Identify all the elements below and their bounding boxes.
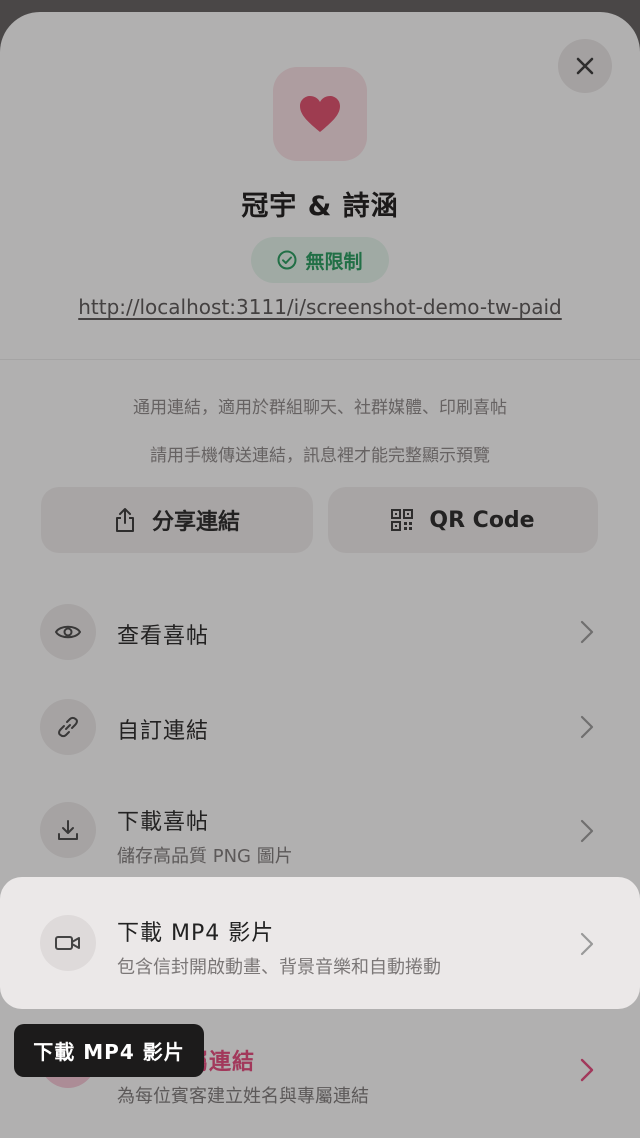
menu-row-subtitle: 包含信封開啟動畫、背景音樂和自動捲動 — [117, 957, 441, 978]
chevron-right-icon — [580, 1058, 594, 1082]
menu-row-label: 自訂連結 — [117, 719, 210, 744]
chevron-right-icon — [580, 819, 594, 843]
divider — [0, 359, 640, 360]
link-icon-circle — [40, 699, 96, 755]
menu-row-view-invitation[interactable]: 查看喜帖 — [0, 584, 640, 680]
chevron-right-icon — [580, 932, 594, 956]
menu-row-label: 下載 MP4 影片 — [117, 921, 275, 946]
download-icon-circle — [40, 802, 96, 858]
check-circle-icon — [277, 250, 297, 270]
link-icon — [58, 716, 78, 738]
menu-row-custom-link[interactable]: 自訂連結 — [0, 679, 640, 775]
chevron-right-icon — [580, 715, 594, 739]
status-badge: 無限制 — [251, 237, 389, 283]
eye-icon — [55, 625, 81, 639]
badge-label: 無限制 — [305, 250, 363, 273]
video-camera-icon — [55, 936, 80, 950]
invitation-icon — [273, 67, 367, 161]
eye-icon-circle — [40, 604, 96, 660]
chevron-right-icon — [580, 620, 594, 644]
qr-code-button[interactable]: QR Code — [328, 487, 598, 553]
hint-text-2: 請用手機傳送連結，訊息裡才能完整顯示預覽 — [150, 446, 490, 466]
share-link-label: 分享連結 — [151, 510, 240, 535]
share-link-button[interactable]: 分享連結 — [41, 487, 313, 553]
menu-row-download-mp4[interactable]: 下載 MP4 影片 包含信封開啟動畫、背景音樂和自動捲動 — [0, 877, 640, 1009]
menu-row-download-invitation[interactable]: 下載喜帖 儲存高品質 PNG 圖片 — [0, 782, 640, 878]
qr-code-icon — [391, 509, 414, 531]
video-icon-circle — [40, 915, 96, 971]
share-icon — [115, 508, 134, 532]
qr-code-label: QR Code — [429, 507, 535, 533]
couple-title: 冠宇 & 詩涵 — [241, 191, 399, 222]
close-button[interactable] — [558, 39, 612, 93]
close-icon — [576, 57, 594, 75]
menu-row-subtitle: 為每位賓客建立姓名與專屬連結 — [117, 1086, 369, 1107]
heart-icon — [300, 96, 340, 132]
hint-text-1: 通用連結，適用於群組聊天、社群媒體、印刷喜帖 — [133, 398, 507, 418]
tooltip: 下載 MP4 影片 — [14, 1024, 204, 1077]
invitation-url-link[interactable]: http://localhost:3111/i/screenshot-demo-… — [0, 295, 640, 319]
menu-row-subtitle: 儲存高品質 PNG 圖片 — [117, 846, 293, 867]
menu-row-label: 查看喜帖 — [117, 624, 210, 649]
menu-row-label: 下載喜帖 — [117, 810, 210, 835]
download-icon — [58, 820, 78, 840]
